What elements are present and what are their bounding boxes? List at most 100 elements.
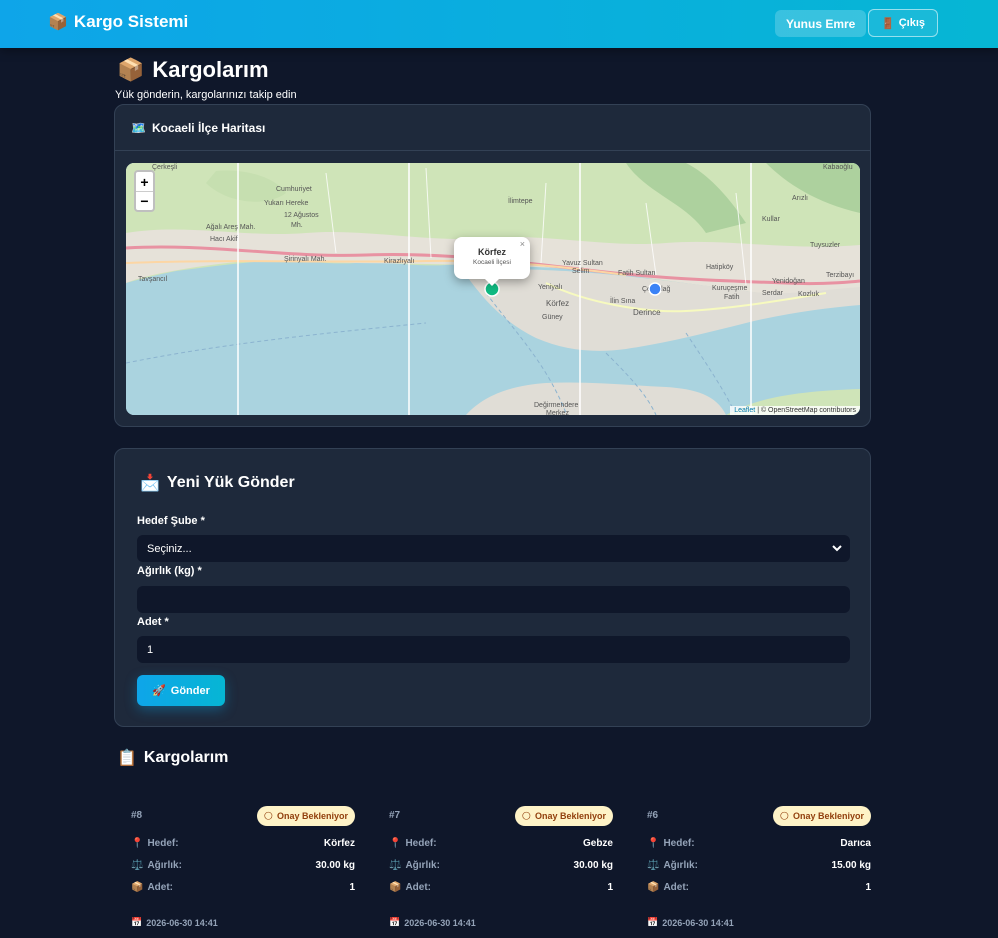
- clipboard-icon: 📋: [117, 750, 137, 767]
- svg-text:Yenidoğan: Yenidoğan: [772, 278, 805, 285]
- shipment-id: #7: [389, 810, 401, 821]
- svg-text:Hatipköy: Hatipköy: [706, 264, 734, 271]
- leaflet-link[interactable]: Leaflet: [734, 407, 755, 414]
- count-value: 1: [147, 643, 154, 656]
- date-text: 2026-06-30 14:41: [404, 917, 476, 928]
- svg-text:Merkez: Merkez: [546, 410, 569, 415]
- weight-value: 30.00 kg: [315, 860, 355, 871]
- count-label: Adet:: [147, 882, 174, 893]
- count-value: 1: [349, 882, 355, 893]
- moon-icon: 🌕: [263, 810, 273, 821]
- attribution-text: | © OpenStreetMap contributors: [757, 407, 856, 414]
- map-popup: × Körfez Kocaeli İlçesi: [454, 237, 530, 286]
- target-branch-label: Hedef Şube *: [137, 515, 205, 527]
- moon-icon: 🌕: [521, 810, 531, 821]
- svg-text:Hacı Akif: Hacı Akif: [210, 236, 238, 243]
- user-name-button[interactable]: Yunus Emre: [775, 10, 867, 37]
- shipment-date: 📅 2026-06-30 14:41: [389, 917, 476, 928]
- weight-row: ⚖️ Ağırlık: 15.00 kg: [647, 860, 871, 874]
- target-branch-select[interactable]: Seçiniz...: [137, 535, 850, 562]
- map-icon: 🗺️: [131, 120, 146, 135]
- svg-text:Kullar: Kullar: [762, 216, 781, 223]
- svg-text:Fatih Sultan: Fatih Sultan: [618, 270, 655, 277]
- weight-label: Ağırlık:: [405, 860, 440, 871]
- map-card-title: Kocaeli İlçe Haritası: [151, 120, 266, 135]
- count-row: 📦 Adet: 1: [389, 882, 613, 896]
- package-icon: 📦: [647, 882, 660, 893]
- popup-close-button[interactable]: ×: [520, 239, 525, 249]
- shipments-title: 📋 Kargolarım: [117, 748, 228, 768]
- shipment-card[interactable]: #7 🌕 Onay Bekleniyor 📍 Hedef: Gebze ⚖️ Ağı…: [387, 800, 613, 938]
- weight-label: Ağırlık (kg) *: [137, 565, 202, 577]
- svg-text:Değirmendere: Değirmendere: [534, 402, 578, 409]
- svg-text:Yukarı Hereke: Yukarı Hereke: [264, 200, 308, 207]
- svg-text:Kabaoğlu: Kabaoğlu: [823, 164, 853, 171]
- send-cargo-card: 📩 Yeni Yük Gönder Hedef Şube * Seçiniz..…: [114, 448, 871, 727]
- svg-text:Derince: Derince: [633, 308, 661, 317]
- status-text: Onay Bekleniyor: [792, 811, 864, 821]
- map-card-header: 🗺️ Kocaeli İlçe Haritası: [115, 105, 870, 151]
- weight-input[interactable]: [137, 586, 850, 613]
- target-label: Hedef:: [663, 838, 695, 849]
- svg-text:Fatih: Fatih: [724, 294, 740, 301]
- svg-text:İlin Sına: İlin Sına: [610, 296, 635, 305]
- logout-button[interactable]: 🚪 Çıkış: [868, 9, 938, 37]
- count-row: 📦 Adet: 1: [131, 882, 355, 896]
- popup-title: Körfez: [477, 247, 506, 257]
- target-label: Hedef:: [147, 838, 179, 849]
- status-text: Onay Bekleniyor: [534, 811, 606, 821]
- svg-text:Güney: Güney: [542, 314, 563, 321]
- svg-text:Serdar: Serdar: [762, 290, 784, 297]
- map-zoom-control: + −: [134, 170, 155, 212]
- svg-text:Yavuz Sultan: Yavuz Sultan: [562, 260, 603, 267]
- page-title: 📦 Kargolarım: [117, 57, 269, 83]
- pin-icon: 📍: [131, 838, 144, 849]
- shipment-date: 📅 2026-06-30 14:41: [131, 917, 218, 928]
- form-title-text: Yeni Yük Gönder: [166, 474, 295, 491]
- map-card: 🗺️ Kocaeli İlçe Haritası Çerkeşli Cumhur…: [114, 104, 871, 427]
- svg-text:Çerkeşli: Çerkeşli: [152, 164, 178, 171]
- chevron-down-icon: [832, 545, 842, 552]
- zoom-out-button[interactable]: −: [136, 191, 153, 210]
- pin-icon: 📍: [647, 838, 660, 849]
- target-value: Darıca: [840, 838, 871, 849]
- status-badge: 🌕 Onay Bekleniyor: [514, 806, 613, 826]
- page-title-text: Kargolarım: [152, 57, 269, 82]
- count-input[interactable]: 1: [137, 636, 850, 663]
- svg-text:Şirinyalı Mah.: Şirinyalı Mah.: [284, 256, 326, 263]
- weight-value: 30.00 kg: [573, 860, 613, 871]
- pin-icon: 📍: [389, 838, 402, 849]
- shipment-card[interactable]: #8 🌕 Onay Bekleniyor 📍 Hedef: Körfez ⚖️ Ağ…: [129, 800, 355, 938]
- shipment-date: 📅 2026-06-30 14:41: [647, 917, 734, 928]
- scale-icon: ⚖️: [389, 860, 402, 871]
- target-value: Körfez: [323, 838, 355, 849]
- zoom-in-button[interactable]: +: [136, 172, 153, 191]
- weight-row: ⚖️ Ağırlık: 30.00 kg: [131, 860, 355, 874]
- shipments-title-text: Kargolarım: [143, 749, 229, 766]
- send-button-label: Gönder: [170, 684, 210, 697]
- page-subtitle: Yük gönderin, kargolarınızı takip edin: [115, 89, 297, 101]
- status-badge: 🌕 Onay Bekleniyor: [772, 806, 871, 826]
- inbox-icon: 📩: [140, 475, 160, 492]
- count-value: 1: [865, 882, 871, 893]
- package-icon: 📦: [117, 57, 145, 82]
- send-button[interactable]: 🚀 Gönder: [137, 675, 225, 706]
- target-row: 📍 Hedef: Körfez: [131, 838, 355, 852]
- target-row: 📍 Hedef: Gebze: [389, 838, 613, 852]
- svg-text:12 Ağustos: 12 Ağustos: [284, 212, 319, 219]
- shipment-card[interactable]: #6 🌕 Onay Bekleniyor 📍 Hedef: Darıca ⚖️ Ağ…: [645, 800, 871, 938]
- brand-link[interactable]: 📦 Kargo Sistemi: [48, 12, 188, 32]
- count-label: Adet *: [137, 616, 169, 628]
- district-map[interactable]: Çerkeşli Cumhuriyet Yukarı Hereke 12 Ağu…: [126, 163, 860, 415]
- svg-text:İlimtepe: İlimtepe: [508, 196, 533, 205]
- moon-icon: 🌕: [779, 810, 789, 821]
- top-navbar: 📦 Kargo Sistemi Yunus Emre 🚪 Çıkış: [0, 0, 998, 48]
- target-label: Hedef:: [405, 838, 437, 849]
- shipment-id: #6: [647, 810, 659, 821]
- package-icon: 📦: [131, 882, 144, 893]
- calendar-icon: 📅: [131, 917, 143, 927]
- svg-text:Kozluk: Kozluk: [798, 291, 820, 298]
- target-branch-value: Seçiniz...: [147, 542, 192, 555]
- calendar-icon: 📅: [647, 917, 659, 927]
- shipment-id: #8: [131, 810, 143, 821]
